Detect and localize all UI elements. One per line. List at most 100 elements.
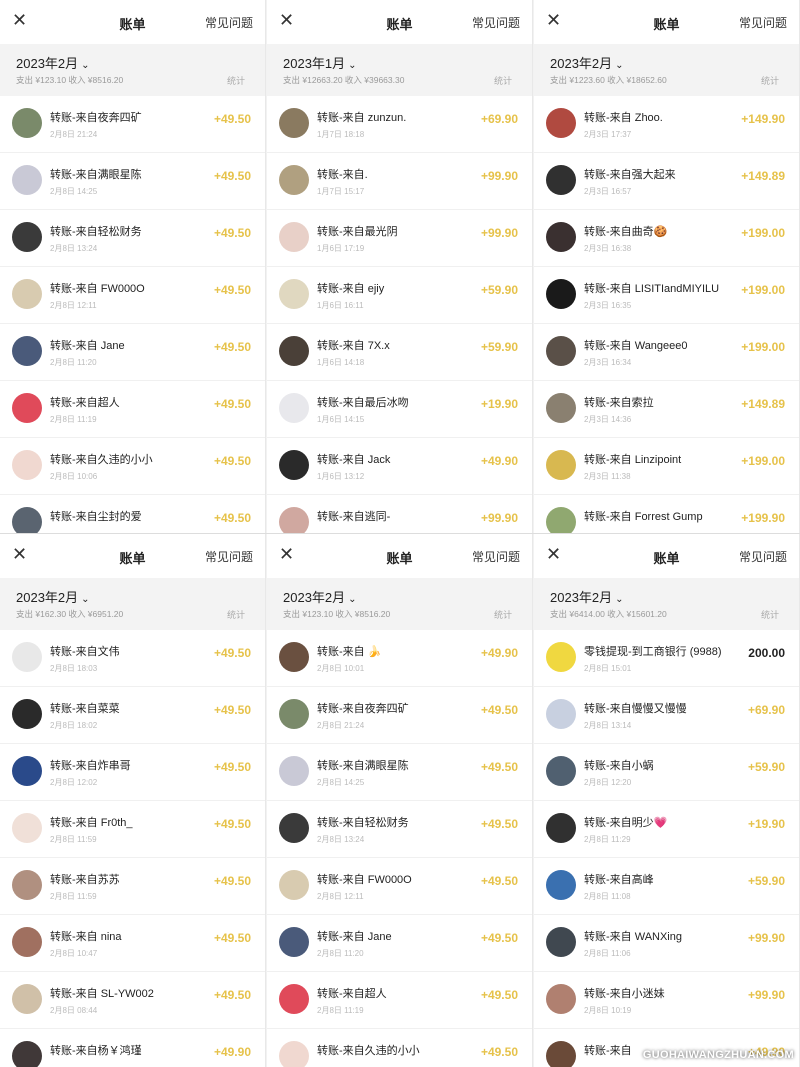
transaction-row[interactable]: 转账-来自 7X.x 1月6日 14:18 +59.90 [267,324,532,381]
transaction-row[interactable]: 转账-来自炸串哥 2月8日 12:02 +49.50 [0,744,265,801]
transaction-amount: +49.50 [480,988,518,1002]
month-selector[interactable]: 2023年2月 ⌄ [16,53,90,72]
transaction-row[interactable]: 转账-来自 LISITIandMIYILU 2月3日 16:35 +199.00 [534,267,799,324]
stats-button[interactable]: 统计 [761,608,779,621]
transaction-row[interactable]: 转账-来自小蜗 2月8日 12:20 +59.90 [534,744,799,801]
avatar-image [12,927,42,957]
avatar-image [546,279,576,309]
transaction-row[interactable]: 转账-来自. 1月7日 15:17 +99.90 [267,153,532,210]
transaction-amount: +19.90 [480,397,518,411]
transaction-title: 转账-来自久违的小小 [50,454,153,466]
transaction-title: 转账-来自苏苏 [50,874,120,886]
transaction-time: 2月8日 11:19 [317,1006,364,1015]
stats-button[interactable]: 统计 [227,608,245,621]
transaction-row[interactable]: 转账-来自 ejiy 1月6日 16:11 +59.90 [267,267,532,324]
transaction-row[interactable]: 转账-来自文伟 2月8日 18:03 +49.50 [0,630,265,687]
stats-button[interactable]: 统计 [494,74,512,87]
transaction-row[interactable]: 转账-来自满眼星陈 2月8日 14:25 +49.50 [0,153,265,210]
transaction-title: 转账-来自夜奔四矿 [317,703,409,715]
transaction-title: 转账-来自久违的小小 [317,1045,420,1057]
stats-button[interactable]: 统计 [494,608,512,621]
month-selector[interactable]: 2023年2月 ⌄ [550,587,624,606]
faq-link[interactable]: 常见问题 [739,14,787,31]
transaction-title: 转账-来自最后冰吻 [317,397,409,409]
transaction-row[interactable]: 转账-来自最后冰吻 1月6日 14:15 +19.90 [267,381,532,438]
transaction-row[interactable]: 转账-来自 +49.90 [534,1029,799,1067]
transaction-time: 1月7日 15:17 [317,187,365,196]
transaction-row[interactable]: 转账-来自索拉 2月3日 14:36 +149.89 [534,381,799,438]
transaction-row[interactable]: 转账-来自高峰 2月8日 11:08 +59.90 [534,858,799,915]
month-selector[interactable]: 2023年2月 ⌄ [16,587,90,606]
transaction-row[interactable]: 转账-来自 SL-YW002 2月8日 08:44 +49.50 [0,972,265,1029]
transaction-title: 转账-来自 ejiy [317,283,385,295]
transaction-row[interactable]: 转账-来自 zunzun. 1月7日 18:18 +69.90 [267,96,532,153]
transaction-row[interactable]: 转账-来自 🍌 2月8日 10:01 +49.90 [267,630,532,687]
transaction-row[interactable]: 转账-来自 Jack 1月6日 13:12 +49.90 [267,438,532,495]
transaction-amount: +49.50 [213,760,251,774]
transaction-row[interactable]: 转账-来自 nina 2月8日 10:47 +49.50 [0,915,265,972]
transaction-row[interactable]: 转账-来自杨￥鸿瑾 +49.90 [0,1029,265,1067]
faq-link[interactable]: 常见问题 [472,548,520,565]
avatar [12,642,42,672]
transaction-row[interactable]: 转账-来自 Wangeee0 2月3日 16:34 +199.00 [534,324,799,381]
transaction-title: 转账-来自 nina [50,931,122,943]
avatar-image [279,927,309,957]
transaction-list: 转账-来自夜奔四矿 2月8日 21:24 +49.50 转账-来自满眼星陈 2月… [0,96,265,533]
transaction-row[interactable]: 转账-来自 WANXing 2月8日 11:06 +99.90 [534,915,799,972]
month-selector[interactable]: 2023年2月 ⌄ [283,587,357,606]
transaction-row[interactable]: 转账-来自 FW000O 2月8日 12:11 +49.50 [267,858,532,915]
transaction-time: 2月3日 16:35 [584,301,632,310]
transaction-row[interactable]: 转账-来自尘封的爱 +49.50 [0,495,265,533]
transaction-row[interactable]: 转账-来自 Jane 2月8日 11:20 +49.50 [267,915,532,972]
transaction-row[interactable]: 转账-来自 Fr0th_ 2月8日 11:59 +49.50 [0,801,265,858]
faq-link[interactable]: 常见问题 [472,14,520,31]
transaction-row[interactable]: 转账-来自小迷妹 2月8日 10:19 +99.90 [534,972,799,1029]
transaction-row[interactable]: 转账-来自轻松财务 2月8日 13:24 +49.50 [0,210,265,267]
transaction-row[interactable]: 转账-来自超人 2月8日 11:19 +49.50 [267,972,532,1029]
nav-bar: ✕ 账单 常见问题 [267,0,532,44]
avatar [279,699,309,729]
transaction-row[interactable]: 转账-来自曲奇🍪 2月3日 16:38 +199.00 [534,210,799,267]
transaction-row[interactable]: 转账-来自超人 2月8日 11:19 +49.50 [0,381,265,438]
transaction-row[interactable]: 转账-来自 Jane 2月8日 11:20 +49.50 [0,324,265,381]
avatar-image [12,279,42,309]
avatar [12,756,42,786]
transaction-row[interactable]: 转账-来自 Zhoo. 2月3日 17:37 +149.90 [534,96,799,153]
transaction-row[interactable]: 转账-来自菜菜 2月8日 18:02 +49.50 [0,687,265,744]
avatar [546,1041,576,1067]
month-selector[interactable]: 2023年2月 ⌄ [550,53,624,72]
transaction-row[interactable]: 转账-来自慢慢又慢慢 2月8日 13:14 +69.90 [534,687,799,744]
avatar-image [12,222,42,252]
stats-button[interactable]: 统计 [761,74,779,87]
transaction-row[interactable]: 转账-来自夜奔四矿 2月8日 21:24 +49.50 [267,687,532,744]
faq-link[interactable]: 常见问题 [205,548,253,565]
transaction-row[interactable]: 转账-来自 Linzipoint 2月3日 11:38 +199.00 [534,438,799,495]
transaction-row[interactable]: 转账-来自满眼星陈 2月8日 14:25 +49.50 [267,744,532,801]
transaction-row[interactable]: 转账-来自轻松财务 2月8日 13:24 +49.50 [267,801,532,858]
transaction-title: 转账-来自轻松财务 [50,226,142,238]
transaction-row[interactable]: 零钱提现-到工商银行 (9988) 2月8日 15:01 200.00 [534,630,799,687]
transaction-row[interactable]: 转账-来自 FW000O 2月8日 12:11 +49.50 [0,267,265,324]
transaction-row[interactable]: 转账-来自苏苏 2月8日 11:59 +49.50 [0,858,265,915]
transaction-title: 转账-来自曲奇🍪 [584,226,668,238]
month-label: 2023年2月 [550,590,613,605]
transaction-row[interactable]: 转账-来自最光阴 1月6日 17:19 +99.90 [267,210,532,267]
transaction-row[interactable]: 转账-来自逃同- +99.90 [267,495,532,533]
stats-button[interactable]: 统计 [227,74,245,87]
transaction-list: 转账-来自文伟 2月8日 18:03 +49.50 转账-来自菜菜 2月8日 1… [0,630,265,1067]
avatar [546,813,576,843]
avatar [279,642,309,672]
transaction-row[interactable]: 转账-来自夜奔四矿 2月8日 21:24 +49.50 [0,96,265,153]
bill-panel: ✕ 账单 常见问题 2023年2月 ⌄ 支出 ¥162.30 收入 ¥6951.2… [0,534,266,1067]
avatar [279,984,309,1014]
transaction-row[interactable]: 转账-来自久违的小小 +49.50 [267,1029,532,1067]
transaction-row[interactable]: 转账-来自久违的小小 2月8日 10:06 +49.50 [0,438,265,495]
avatar-image [12,984,42,1014]
transaction-time: 2月8日 10:01 [317,664,365,673]
faq-link[interactable]: 常见问题 [205,14,253,31]
transaction-row[interactable]: 转账-来自强大起来 2月3日 16:57 +149.89 [534,153,799,210]
transaction-row[interactable]: 转账-来自明少💗 2月8日 11:29 +19.90 [534,801,799,858]
faq-link[interactable]: 常见问题 [739,548,787,565]
transaction-row[interactable]: 转账-来自 Forrest Gump +199.90 [534,495,799,533]
month-selector[interactable]: 2023年1月 ⌄ [283,53,357,72]
